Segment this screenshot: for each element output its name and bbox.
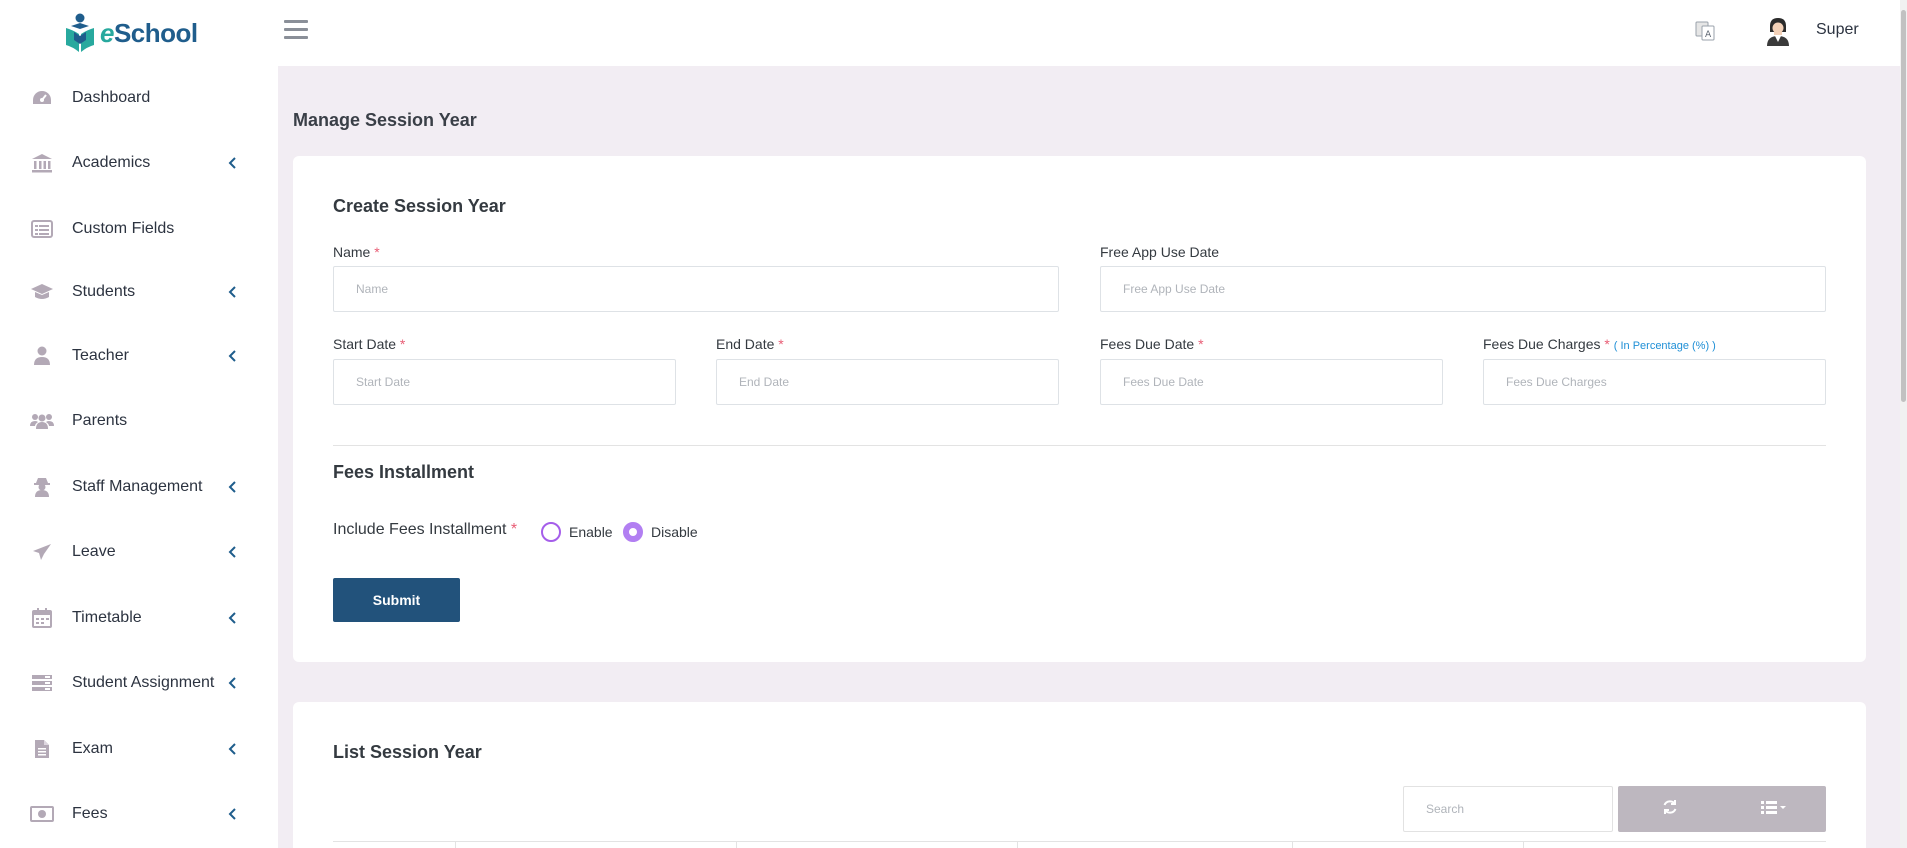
percentage-hint: ( In Percentage (%) ): [1613, 340, 1716, 352]
column-separator: [455, 841, 456, 848]
columns-icon: [1761, 800, 1787, 819]
bank-icon: [30, 151, 54, 175]
start-date-label: Start Date *: [333, 336, 406, 352]
enable-radio[interactable]: [541, 522, 561, 542]
graduation-cap-icon: [30, 280, 54, 304]
chevron-left-icon: [226, 742, 238, 756]
sidebar-item-label: Academics: [72, 154, 151, 171]
disable-radio-option[interactable]: Disable: [623, 522, 698, 542]
list-session-year-card: List Session Year Search: [293, 702, 1866, 848]
divider: [333, 445, 1826, 446]
sidebar-item-timetable[interactable]: Timetable: [0, 598, 278, 638]
sidebar-item-label: Teacher: [72, 347, 129, 364]
fees-due-date-input[interactable]: Fees Due Date: [1100, 359, 1443, 405]
users-icon: [30, 409, 54, 433]
name-label: Name *: [333, 244, 380, 260]
sidebar-item-academics[interactable]: Academics: [0, 143, 278, 183]
scrollbar-thumb[interactable]: [1901, 10, 1906, 402]
list-icon: [30, 217, 54, 241]
enable-radio-option[interactable]: Enable: [541, 522, 613, 542]
sidebar-item-fees[interactable]: Fees: [0, 794, 278, 834]
fees-due-charges-input[interactable]: Fees Due Charges: [1483, 359, 1826, 405]
free-app-use-date-input[interactable]: Free App Use Date: [1100, 266, 1826, 312]
column-separator: [1523, 841, 1524, 848]
chevron-left-icon: [226, 807, 238, 821]
chevron-left-icon: [226, 676, 238, 690]
sidebar-item-student-assignment[interactable]: Student Assignment: [0, 663, 278, 703]
sidebar-item-teacher[interactable]: Teacher: [0, 336, 278, 376]
chevron-left-icon: [226, 611, 238, 625]
fees-due-date-label: Fees Due Date *: [1100, 336, 1204, 352]
create-session-year-card: Create Session Year Name * Name Free App…: [293, 156, 1866, 662]
user-secret-icon: [30, 475, 54, 499]
fees-due-charges-label: Fees Due Charges * ( In Percentage (%) ): [1483, 336, 1716, 352]
topbar: A Super: [278, 0, 1907, 66]
free-app-use-date-label: Free App Use Date: [1100, 244, 1220, 260]
fees-installment-title: Fees Installment: [333, 462, 475, 482]
create-form-title: Create Session Year: [333, 196, 506, 216]
sidebar-item-leave[interactable]: Leave: [0, 532, 278, 572]
chevron-left-icon: [226, 349, 238, 363]
start-date-input[interactable]: Start Date: [333, 359, 676, 405]
column-separator: [1292, 841, 1293, 848]
list-title: List Session Year: [333, 742, 482, 762]
search-input[interactable]: Search: [1403, 786, 1613, 832]
sidebar-item-dashboard[interactable]: Dashboard: [0, 78, 278, 118]
submit-button[interactable]: Submit: [333, 578, 460, 622]
sidebar-item-label: Student Assignment: [72, 674, 215, 691]
name-input[interactable]: Name: [333, 266, 1059, 312]
disable-radio[interactable]: [623, 522, 643, 542]
sidebar-item-label: Dashboard: [72, 89, 151, 106]
sidebar-item-label: Timetable: [72, 609, 142, 626]
calendar-icon: [30, 606, 54, 630]
chevron-left-icon: [226, 156, 238, 170]
sidebar: eSchool Dashboard Academics Custom Field…: [0, 0, 278, 848]
sidebar-item-label: Parents: [72, 412, 128, 429]
column-separator: [736, 841, 737, 848]
user-name[interactable]: Super: [1816, 21, 1859, 39]
column-separator: [1017, 841, 1018, 848]
avatar[interactable]: [1764, 16, 1792, 46]
table-toolbar: [1618, 786, 1826, 832]
sidebar-item-exam[interactable]: Exam: [0, 729, 278, 769]
svg-text:A: A: [1705, 30, 1712, 40]
chevron-left-icon: [226, 285, 238, 299]
brand-logo[interactable]: eSchool: [0, 0, 278, 66]
table-header: [333, 841, 1826, 842]
page-title: Manage Session Year: [293, 110, 477, 130]
enable-radio-label: Enable: [569, 524, 613, 540]
sidebar-item-label: Staff Management: [72, 478, 203, 495]
brand-name: eSchool: [100, 17, 198, 48]
dashboard-icon: [30, 86, 54, 110]
include-fees-installment-label: Include Fees Installment *: [333, 521, 518, 538]
sidebar-item-label: Students: [72, 283, 136, 300]
sidebar-item-custom-fields[interactable]: Custom Fields: [0, 209, 278, 249]
chevron-left-icon: [226, 480, 238, 494]
user-icon: [30, 344, 54, 368]
file-icon: [30, 737, 54, 761]
sidebar-item-label: Custom Fields: [72, 220, 175, 237]
end-date-label: End Date *: [716, 336, 784, 352]
language-icon[interactable]: A: [1694, 20, 1716, 42]
refresh-icon: [1662, 799, 1678, 820]
sidebar-item-label: Exam: [72, 740, 113, 757]
sidebar-item-staff-management[interactable]: Staff Management: [0, 467, 278, 507]
refresh-button[interactable]: [1618, 786, 1722, 832]
chevron-left-icon: [226, 545, 238, 559]
columns-dropdown-button[interactable]: [1722, 786, 1826, 832]
page-scrollbar[interactable]: [1900, 0, 1907, 848]
disable-radio-label: Disable: [651, 524, 698, 540]
eschool-logo-icon: [62, 11, 98, 55]
tasks-icon: [30, 671, 54, 695]
sidebar-item-label: Leave: [72, 543, 116, 560]
sidebar-item-parents[interactable]: Parents: [0, 401, 278, 441]
plane-icon: [30, 540, 54, 564]
sidebar-item-students[interactable]: Students: [0, 272, 278, 312]
sidebar-item-label: Fees: [72, 805, 108, 822]
money-icon: [30, 802, 54, 826]
hamburger-icon[interactable]: [284, 20, 308, 42]
end-date-input[interactable]: End Date: [716, 359, 1059, 405]
